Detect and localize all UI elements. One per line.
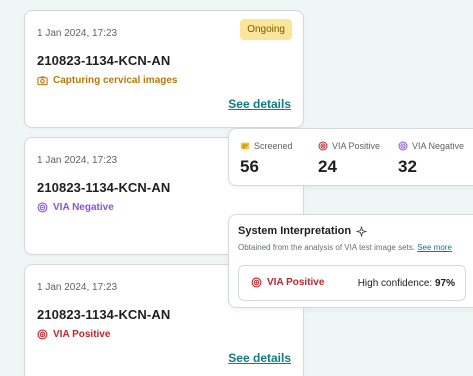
result-label: VIA Positive: [267, 277, 325, 288]
via-positive-icon: [37, 329, 48, 340]
stat-value: 32: [398, 157, 417, 176]
screened-icon: [240, 142, 250, 150]
stat-via-negative: VIA Negative 32: [398, 141, 464, 177]
subtitle-text: Obtained from the analysis of VIA test i…: [238, 243, 415, 252]
via-negative-icon: [398, 141, 408, 151]
screening-stats-panel: Screened 56 VIA Positive 24 VIA Negative…: [228, 128, 473, 186]
interpretation-title: System Interpretation: [238, 225, 368, 237]
via-positive-icon: [318, 141, 328, 151]
patient-code: 210823-1134-KCN-AN: [37, 180, 171, 195]
sparkle-icon: [356, 225, 368, 237]
status-label: Capturing cervical images: [53, 75, 178, 86]
system-interpretation-panel: System Interpretation Obtained from the …: [228, 214, 473, 308]
stat-label: VIA Negative: [412, 141, 465, 151]
stat-value: 24: [318, 157, 337, 176]
stat-via-positive: VIA Positive 24: [318, 141, 380, 177]
interpretation-result: VIA Positive High confidence: 97%: [238, 265, 466, 301]
via-status: VIA Positive: [37, 329, 110, 340]
confidence-value: 97%: [434, 278, 455, 289]
via-negative-icon: [37, 202, 48, 213]
card-timestamp: 1 Jan 2024, 17:23: [37, 155, 118, 166]
see-more-link[interactable]: See more: [417, 243, 452, 252]
see-details-link[interactable]: See details: [228, 97, 291, 111]
status-badge: Ongoing: [240, 19, 292, 40]
camera-icon: [37, 76, 48, 86]
capture-status: Capturing cervical images: [37, 75, 178, 86]
stat-value: 56: [240, 157, 259, 176]
result-status: VIA Positive: [251, 277, 324, 288]
screening-card[interactable]: 1 Jan 2024, 17:23 Ongoing 210823-1134-KC…: [24, 10, 304, 128]
patient-code: 210823-1134-KCN-AN: [37, 307, 171, 322]
via-status: VIA Negative: [37, 202, 114, 213]
confidence: High confidence: 97%: [358, 278, 455, 289]
stat-screened: Screened 56: [240, 141, 293, 177]
card-timestamp: 1 Jan 2024, 17:23: [37, 282, 118, 293]
via-positive-icon: [251, 277, 262, 288]
interpretation-title-label: System Interpretation: [238, 225, 352, 237]
patient-code: 210823-1134-KCN-AN: [37, 53, 171, 68]
confidence-label: High confidence:: [357, 278, 433, 289]
status-label: VIA Positive: [53, 329, 111, 340]
see-details-link[interactable]: See details: [228, 351, 291, 365]
status-label: VIA Negative: [53, 202, 114, 213]
interpretation-subtitle: Obtained from the analysis of VIA test i…: [238, 243, 452, 252]
stat-label: VIA Positive: [332, 141, 381, 151]
stat-label: Screened: [254, 141, 293, 151]
card-timestamp: 1 Jan 2024, 17:23: [37, 28, 118, 39]
